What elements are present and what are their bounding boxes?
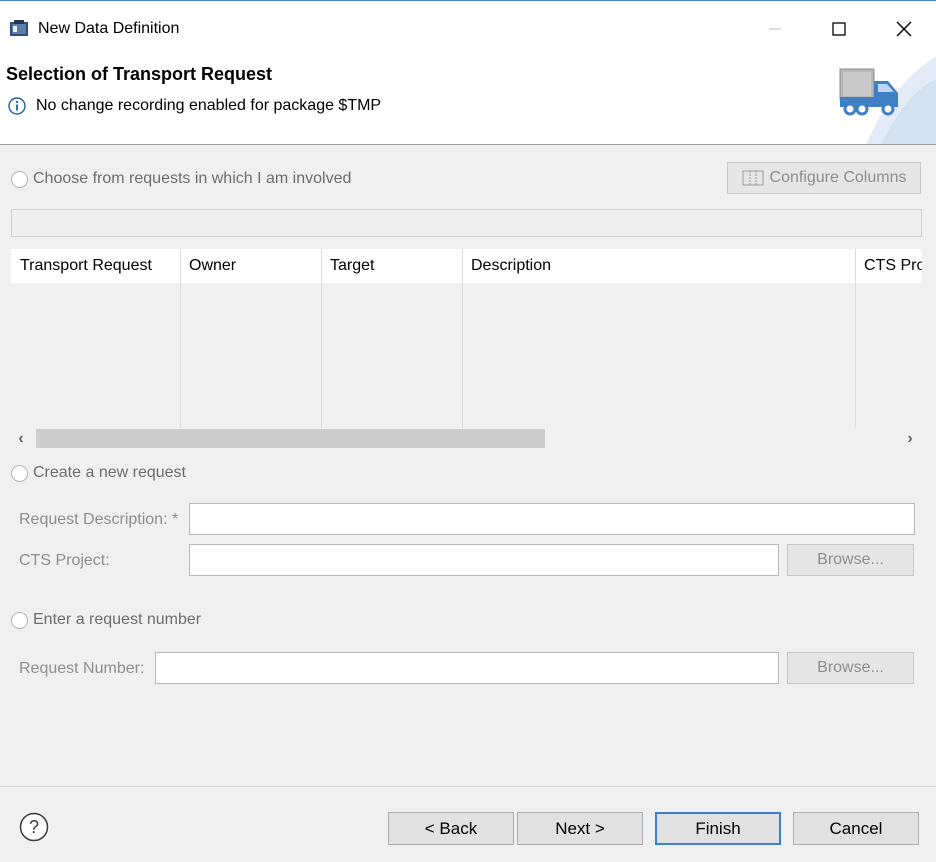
cts-project-label: CTS Project: bbox=[19, 552, 110, 569]
title-bar: New Data Definition bbox=[0, 1, 936, 57]
back-button[interactable]: < Back bbox=[388, 812, 514, 845]
column-header-cts-project[interactable]: CTS Pro bbox=[855, 249, 922, 283]
column-header-transport-request[interactable]: Transport Request bbox=[11, 249, 180, 283]
svg-text:?: ? bbox=[29, 817, 39, 837]
column-divider bbox=[180, 249, 181, 428]
finish-button[interactable]: Finish bbox=[655, 812, 781, 845]
app-icon bbox=[10, 20, 28, 36]
request-description-input[interactable] bbox=[189, 503, 915, 535]
help-icon[interactable]: ? bbox=[19, 812, 49, 842]
request-description-label: Request Description: * bbox=[19, 511, 179, 528]
new-request-radio-option[interactable]: Create a new request bbox=[11, 462, 186, 484]
wizard-header: Selection of Transport Request No change… bbox=[0, 57, 936, 145]
request-number-input[interactable] bbox=[155, 652, 779, 684]
next-button[interactable]: Next > bbox=[517, 812, 643, 845]
column-divider bbox=[462, 249, 463, 428]
configure-columns-button[interactable]: Configure Columns bbox=[727, 162, 921, 194]
table-header: Transport Request Owner Target Descripti… bbox=[11, 249, 922, 283]
columns-icon bbox=[742, 170, 764, 186]
maximize-button[interactable] bbox=[816, 11, 862, 47]
column-header-description[interactable]: Description bbox=[462, 249, 855, 283]
new-request-radio[interactable] bbox=[11, 464, 28, 482]
wizard-footer: ? < Back Next > Finish Cancel bbox=[0, 786, 936, 862]
scroll-right-arrow[interactable]: › bbox=[900, 428, 920, 450]
truck-icon bbox=[839, 57, 936, 144]
request-number-radio[interactable] bbox=[11, 611, 28, 629]
minimize-icon bbox=[769, 28, 781, 30]
column-header-owner[interactable]: Owner bbox=[180, 249, 321, 283]
info-icon bbox=[8, 97, 26, 115]
column-divider bbox=[321, 249, 322, 428]
scroll-left-arrow[interactable]: ‹ bbox=[11, 428, 31, 450]
scrollbar-thumb[interactable] bbox=[36, 429, 545, 448]
request-number-label: Request Number: bbox=[19, 660, 145, 677]
involved-radio-label: Choose from requests in which I am invol… bbox=[33, 170, 352, 187]
involved-radio[interactable] bbox=[11, 170, 28, 188]
table-horizontal-scrollbar[interactable]: ‹ › bbox=[11, 428, 922, 450]
involved-radio-option[interactable]: Choose from requests in which I am invol… bbox=[11, 168, 351, 190]
configure-columns-label: Configure Columns bbox=[769, 169, 907, 186]
window-title: New Data Definition bbox=[38, 20, 180, 37]
close-icon bbox=[896, 21, 912, 37]
dialog-window: New Data Definition Selection of Transpo… bbox=[0, 0, 936, 862]
minimize-button[interactable] bbox=[752, 11, 798, 47]
requests-table[interactable]: Transport Request Owner Target Descripti… bbox=[11, 249, 922, 428]
cts-project-input[interactable] bbox=[189, 544, 779, 576]
new-request-radio-label: Create a new request bbox=[33, 464, 186, 481]
cts-project-browse-button[interactable]: Browse... bbox=[787, 544, 914, 576]
column-header-target[interactable]: Target bbox=[321, 249, 462, 283]
wizard-content: Choose from requests in which I am invol… bbox=[0, 146, 936, 786]
cancel-button[interactable]: Cancel bbox=[793, 812, 919, 845]
request-number-radio-option[interactable]: Enter a request number bbox=[11, 609, 201, 631]
request-filter-input[interactable] bbox=[11, 209, 922, 237]
header-message: No change recording enabled for package … bbox=[36, 97, 382, 114]
request-number-radio-label: Enter a request number bbox=[33, 611, 202, 628]
request-number-browse-button[interactable]: Browse... bbox=[787, 652, 914, 684]
close-button[interactable] bbox=[881, 11, 927, 47]
page-title: Selection of Transport Request bbox=[6, 64, 273, 84]
maximize-icon bbox=[832, 22, 846, 36]
column-divider bbox=[855, 249, 856, 428]
